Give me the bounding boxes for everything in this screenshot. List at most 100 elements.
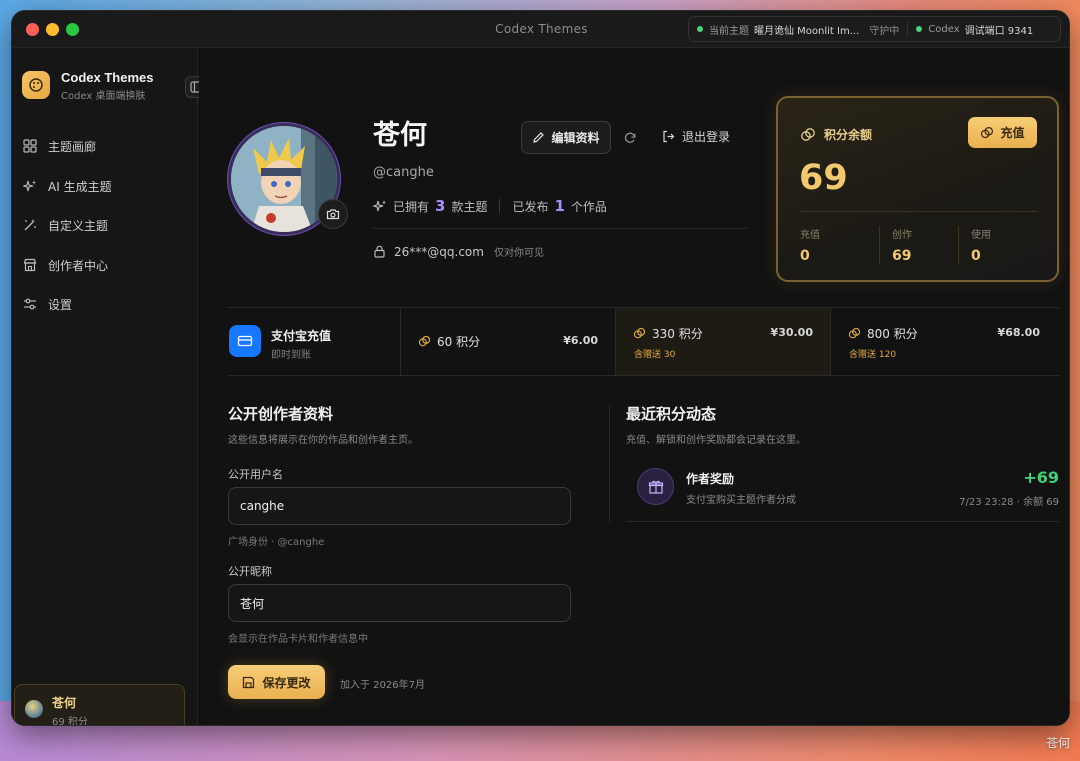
stat-label: 使用 xyxy=(971,230,991,241)
owned-label: 已拥有 xyxy=(393,199,430,214)
store-icon xyxy=(22,257,38,273)
save-icon xyxy=(242,676,255,689)
coins-icon xyxy=(418,335,431,348)
sidebar-user-card[interactable]: 苍何 69 积分 xyxy=(14,684,185,726)
refresh-icon xyxy=(624,132,636,143)
sidebar-item-label: 自定义主题 xyxy=(48,218,109,233)
divider xyxy=(373,228,747,229)
activity-sub: 支付宝购买主题作者分成 xyxy=(686,495,796,506)
pack-60[interactable]: 60 积分 ¥6.00 xyxy=(401,308,616,375)
avatar xyxy=(25,700,43,718)
sidebar-item-creator-center[interactable]: 创作者中心 xyxy=(22,251,188,279)
stat-value: 0 xyxy=(971,248,981,264)
alipay-option[interactable]: 支付宝充值 即时到账 xyxy=(228,308,401,375)
sidebar-item-custom-theme[interactable]: 自定义主题 xyxy=(22,211,188,239)
camera-icon xyxy=(326,209,340,220)
username-input[interactable] xyxy=(228,487,571,525)
pack-amount-text: 330 积分 xyxy=(652,327,703,341)
owned-count: 3 xyxy=(435,197,446,215)
nickname-label: 公开昵称 xyxy=(228,565,272,578)
debug-port: 调试端口 9341 xyxy=(964,25,1034,37)
sidebar-item-gallery[interactable]: 主题画廊 xyxy=(22,132,188,160)
edit-profile-button[interactable]: 编辑资料 xyxy=(521,121,611,154)
pack-800[interactable]: 800 积分 ¥68.00 含赠送 120 xyxy=(831,308,1057,375)
status-pill[interactable]: 当前主题 曜月诡仙 Moonlit Im... 守护中 Codex 调试端口 9… xyxy=(688,16,1061,42)
coins-icon xyxy=(633,327,646,340)
nickname-input[interactable] xyxy=(228,584,571,622)
grid-icon xyxy=(22,138,38,154)
sidebar-item-ai-generate[interactable]: AI 生成主题 xyxy=(22,172,188,200)
brand-title: Codex Themes xyxy=(61,70,154,85)
status-dot-icon xyxy=(697,26,703,32)
refresh-button[interactable] xyxy=(620,128,640,148)
balance-recharged: 充值 0 xyxy=(800,226,820,264)
pack-amount: 800 积分 xyxy=(848,325,918,342)
change-avatar-button[interactable] xyxy=(318,199,348,229)
save-changes-button[interactable]: 保存更改 xyxy=(228,665,325,699)
edit-profile-label: 编辑资料 xyxy=(551,131,600,145)
recharge-button[interactable]: 充值 xyxy=(968,117,1037,148)
profile-handle: @canghe xyxy=(373,165,434,180)
alipay-subtitle: 即时到账 xyxy=(271,350,311,361)
app-window: Codex Themes 当前主题 曜月诡仙 Moonlit Im... 守护中… xyxy=(11,10,1070,726)
pack-bonus: 含赠送 30 xyxy=(634,350,676,360)
email-value: 26***@qq.com xyxy=(394,244,484,259)
email-row: 26***@qq.com 仅对你可见 xyxy=(373,244,544,259)
email-hint: 仅对你可见 xyxy=(493,248,544,259)
current-theme-name: 曜月诡仙 Moonlit Im... xyxy=(754,25,860,37)
pack-330[interactable]: 330 积分 ¥30.00 含赠送 30 xyxy=(616,308,831,375)
owned-unit: 款主题 xyxy=(451,199,488,214)
activity-item: 作者奖励 支付宝购买主题作者分成 +69 7/23 23:28 · 余额 69 xyxy=(626,460,1059,522)
current-theme-label: 当前主题 xyxy=(709,25,749,37)
joined-date: 加入于 2026年7月 xyxy=(340,680,425,691)
card-icon xyxy=(229,325,261,357)
coins-icon xyxy=(980,126,994,140)
sparkles-icon xyxy=(22,178,38,194)
balance-used: 使用 0 xyxy=(971,226,991,264)
coins-icon xyxy=(800,127,816,143)
main-content: 苍何 @canghe 已拥有 3 款主题 已发布 1 个作品 26***@qq.… xyxy=(199,48,1069,725)
codex-status-dot-icon xyxy=(916,26,923,32)
sidebar-user-name: 苍何 xyxy=(52,696,77,710)
sidebar-item-label: 设置 xyxy=(48,297,73,312)
recharge-label: 充值 xyxy=(1000,126,1025,140)
creator-profile-subtitle: 这些信息将展示在你的作品和创作者主页。 xyxy=(228,435,418,446)
published-unit: 个作品 xyxy=(570,199,607,214)
sidebar-user-points: 69 积分 xyxy=(52,717,88,726)
column-divider xyxy=(609,405,610,522)
pack-bonus: 含赠送 120 xyxy=(849,350,897,360)
alipay-title: 支付宝充值 xyxy=(271,329,332,343)
username-hint: 广场身份 · @canghe xyxy=(228,537,325,548)
balance-created: 创作 69 xyxy=(892,226,912,264)
sidebar-item-label: 创作者中心 xyxy=(48,258,109,273)
pack-amount: 60 积分 xyxy=(418,333,480,350)
sidebar-item-label: 主题画廊 xyxy=(48,139,97,154)
logout-icon xyxy=(662,130,675,143)
brand-subtitle: Codex 桌面端换肤 xyxy=(61,91,146,102)
stat-label: 充值 xyxy=(800,230,820,241)
pack-amount: 330 积分 xyxy=(633,325,703,342)
points-balance-card: 积分余额 充值 69 充值 0 创作 69 使用 0 xyxy=(776,96,1059,282)
profile-name: 苍何 xyxy=(373,120,427,151)
pack-price: ¥30.00 xyxy=(770,326,813,339)
username-label: 公开用户名 xyxy=(228,468,283,481)
wand-icon xyxy=(22,217,38,233)
gift-icon xyxy=(637,468,674,505)
pack-amount-text: 800 积分 xyxy=(867,327,918,341)
pack-price: ¥68.00 xyxy=(997,326,1040,339)
published-count: 1 xyxy=(554,197,565,215)
sidebar-item-label: AI 生成主题 xyxy=(48,179,112,194)
pack-amount-text: 60 积分 xyxy=(437,335,481,349)
sparkles-icon xyxy=(373,199,387,213)
stat-value: 0 xyxy=(800,248,810,264)
sliders-icon xyxy=(22,296,38,312)
balance-title-text: 积分余额 xyxy=(824,128,873,142)
sidebar-item-settings[interactable]: 设置 xyxy=(22,290,188,318)
balance-title: 积分余额 xyxy=(800,126,872,143)
nickname-hint: 会显示在作品卡片和作者信息中 xyxy=(228,634,368,645)
profile-stats: 已拥有 3 款主题 已发布 1 个作品 xyxy=(373,197,607,215)
stat-label: 创作 xyxy=(892,230,912,241)
published-label: 已发布 xyxy=(512,199,549,214)
logout-button[interactable]: 退出登录 xyxy=(662,128,730,145)
stat-value: 69 xyxy=(892,248,912,264)
